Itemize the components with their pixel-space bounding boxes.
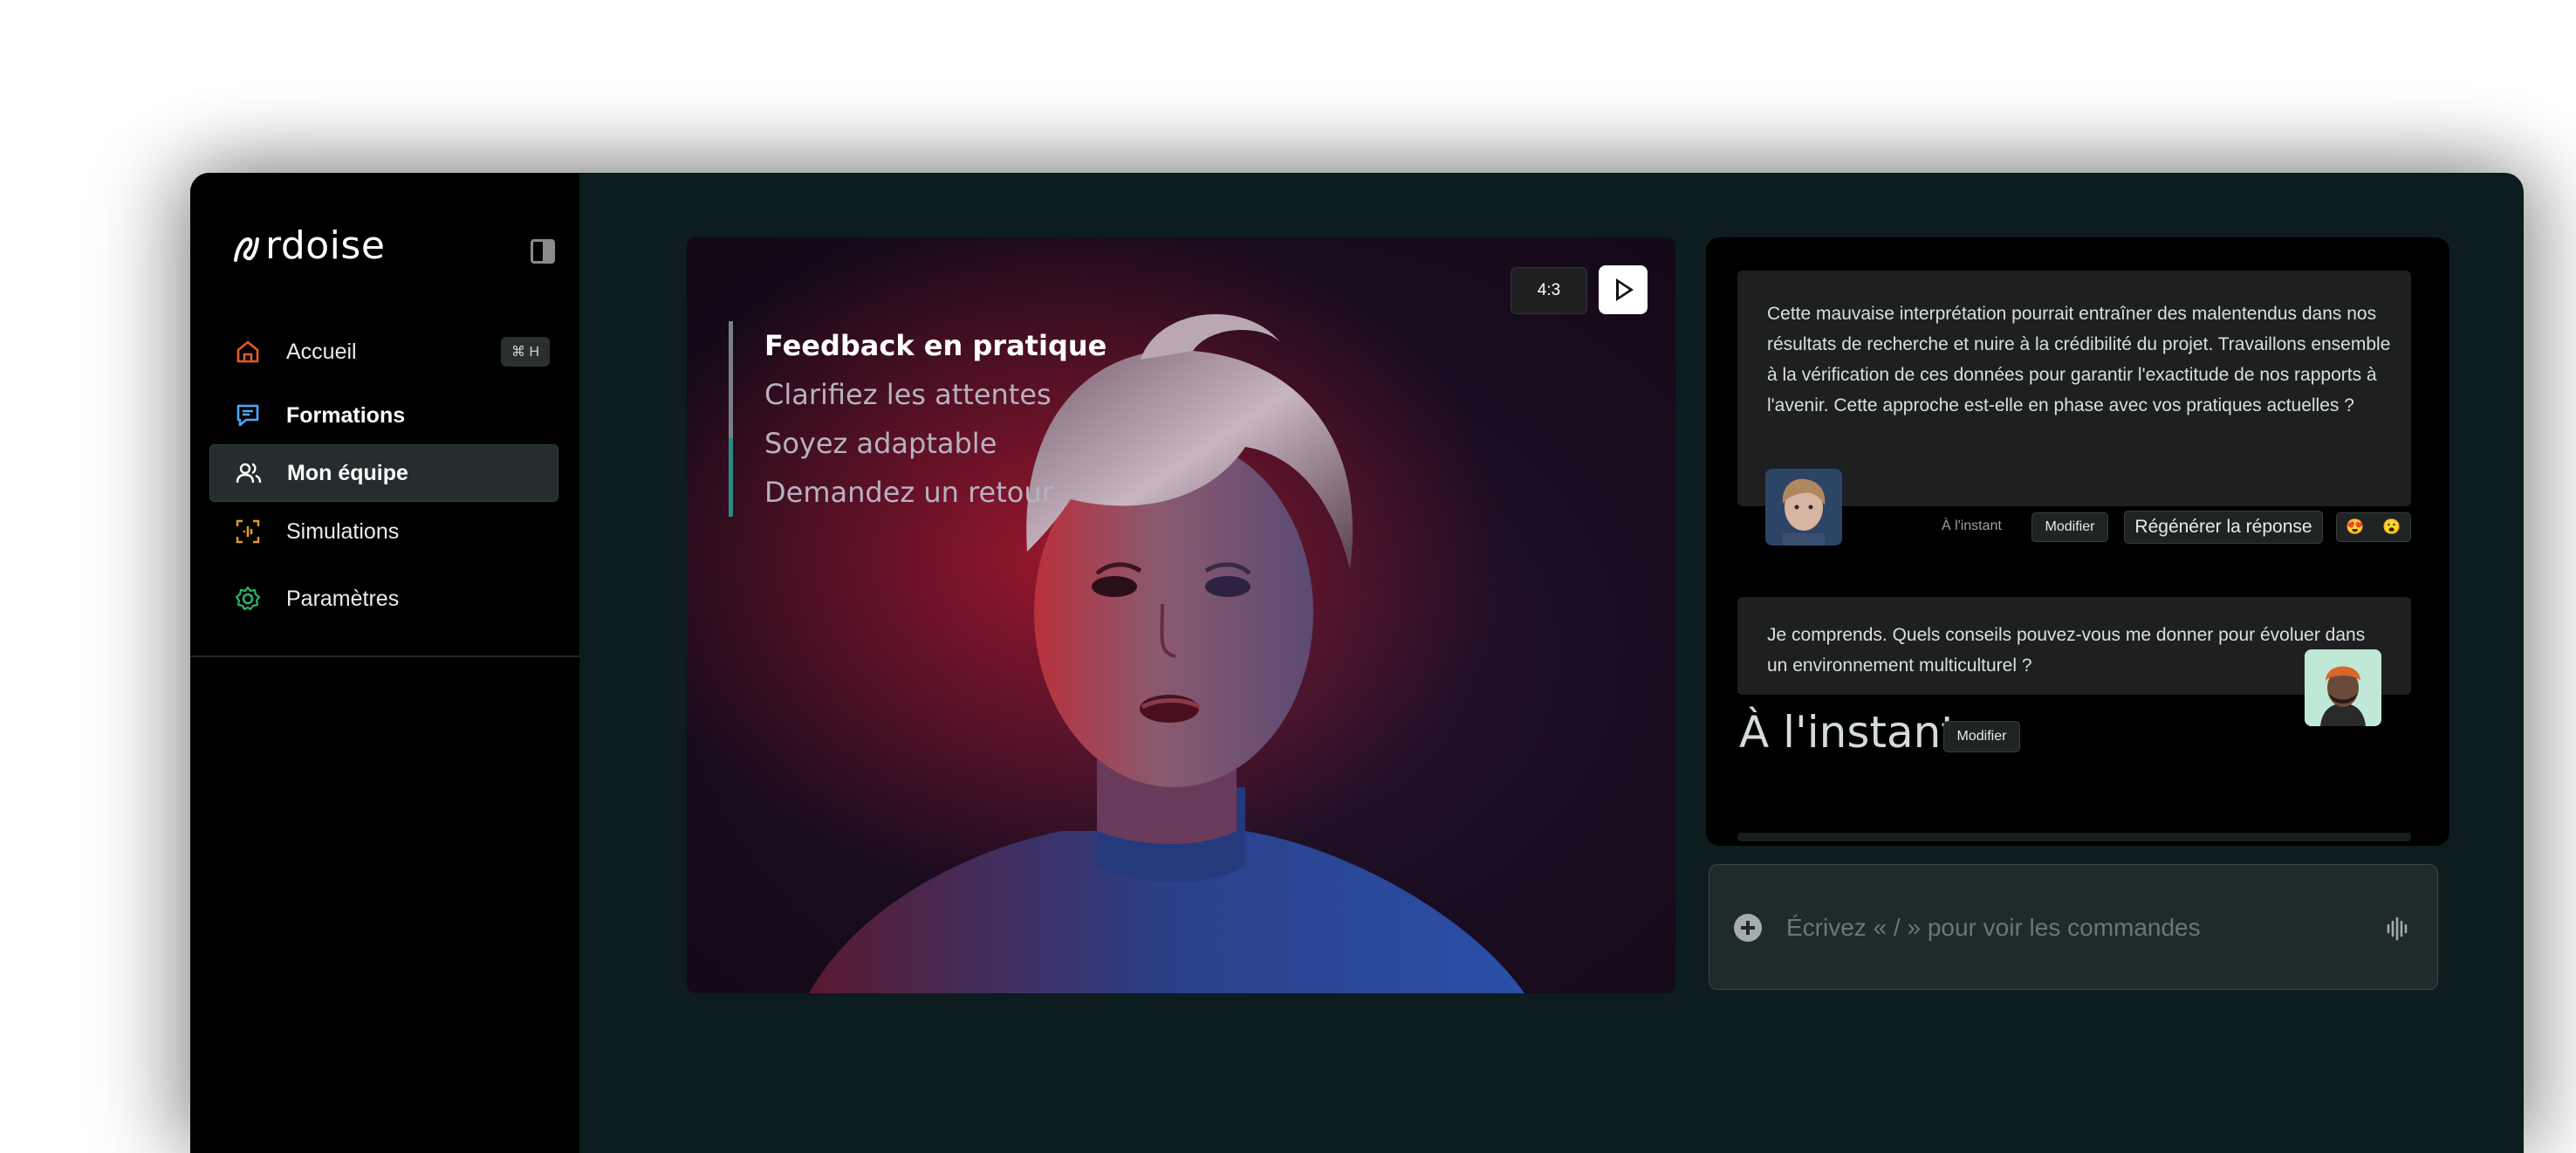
modify-button[interactable]: Modifier: [1943, 721, 2020, 752]
sidebar-item-simulations[interactable]: Simulations: [209, 503, 558, 560]
sidebar-item-formations[interactable]: Formations: [209, 387, 558, 444]
logo[interactable]: rdoise: [230, 223, 385, 268]
message-timestamp-large: À l'instant: [1739, 707, 1958, 758]
chat-panel: Cette mauvaise interprétation pourrait e…: [1706, 237, 2449, 846]
message-preview: [1737, 833, 2411, 841]
message-composer: [1709, 864, 2438, 990]
add-attachment-icon[interactable]: [1734, 914, 1762, 942]
agenda-item[interactable]: Clarifiez les attentes: [764, 370, 1106, 419]
sidebar-item-mon-equipe[interactable]: Mon équipe: [209, 444, 558, 502]
assistant-avatar-image: [1765, 469, 1842, 546]
chat-icon: [236, 404, 259, 427]
avatar: [2305, 649, 2381, 726]
video-player[interactable]: Feedback en pratique Clarifiez les atten…: [687, 237, 1675, 993]
sidebar-item-accueil[interactable]: Accueil ⌘ H: [209, 323, 558, 381]
user-avatar-image: [2305, 649, 2381, 726]
gear-icon: [235, 586, 261, 611]
play-icon[interactable]: [1599, 265, 1648, 314]
emoji-surprised-icon[interactable]: 😮: [2382, 518, 2401, 536]
agenda-progress-accent: [729, 438, 733, 517]
simulation-icon: [236, 519, 260, 544]
agenda-item-current[interactable]: Feedback en pratique: [764, 321, 1106, 370]
message-text: Cette mauvaise interprétation pourrait e…: [1767, 304, 2391, 415]
message-text: Je comprends. Quels conseils pouvez-vous…: [1767, 625, 2366, 676]
aspect-ratio-button[interactable]: 4:3: [1511, 267, 1587, 314]
modify-button[interactable]: Modifier: [2031, 512, 2108, 542]
sidebar: rdoise Accueil ⌘ H Formations Mon équipe…: [190, 173, 579, 1153]
sidebar-item-label: Paramètres: [286, 586, 400, 611]
sidebar-toggle-icon[interactable]: [531, 239, 555, 264]
sidebar-item-label: Mon équipe: [287, 460, 408, 485]
regenerate-button[interactable]: Régénérer la réponse: [2124, 511, 2323, 544]
shortcut-badge: ⌘ H: [501, 337, 550, 367]
users-icon: [236, 463, 262, 484]
avatar: [1765, 469, 1842, 546]
emoji-heart-eyes-icon[interactable]: 😍: [2346, 518, 2364, 536]
microphone-waveform-icon[interactable]: [2383, 915, 2411, 943]
sidebar-item-label: Formations: [286, 402, 406, 428]
logo-mark-icon: [234, 237, 259, 262]
agenda-list: Feedback en pratique Clarifiez les atten…: [729, 321, 1106, 517]
sidebar-item-label: Accueil: [286, 339, 357, 364]
sidebar-divider: [190, 655, 579, 657]
app-window: rdoise Accueil ⌘ H Formations Mon équipe…: [190, 173, 2524, 1153]
logo-text: rdoise: [265, 223, 386, 268]
message-timestamp: À l'instant: [1942, 518, 2002, 533]
message-input[interactable]: [1786, 910, 2345, 945]
agenda-item[interactable]: Demandez un retour: [764, 468, 1106, 517]
sidebar-item-parametres[interactable]: Paramètres: [209, 570, 558, 628]
reactions[interactable]: 😍 😮: [2336, 512, 2411, 542]
sidebar-item-label: Simulations: [286, 518, 400, 544]
home-icon: [236, 340, 259, 363]
agenda-item[interactable]: Soyez adaptable: [764, 419, 1106, 468]
